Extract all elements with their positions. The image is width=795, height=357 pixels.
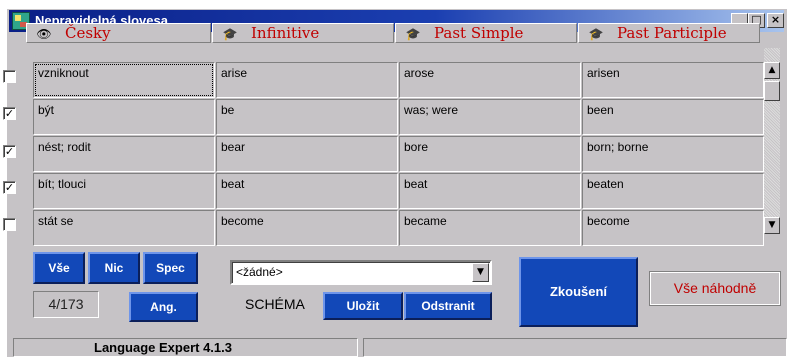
cell-past-simple[interactable]: became bbox=[399, 210, 581, 246]
cell-cesky[interactable]: bít; tlouci bbox=[33, 173, 215, 209]
cell-cesky[interactable]: stát se bbox=[33, 210, 215, 246]
chevron-down-icon[interactable]: ▼ bbox=[472, 263, 489, 282]
cell-cesky[interactable]: být bbox=[33, 99, 215, 135]
word-counter: 4/173 bbox=[33, 291, 99, 318]
row-checkbox[interactable]: ✓ bbox=[3, 145, 16, 158]
cell-infinitive[interactable]: be bbox=[216, 99, 398, 135]
cell-infinitive[interactable]: arise bbox=[216, 62, 398, 98]
status-bar-message bbox=[363, 338, 787, 357]
cell-cesky[interactable]: nést; rodit bbox=[33, 136, 215, 172]
cell-past-participle[interactable]: arisen bbox=[582, 62, 764, 98]
column-header-label: Infinitive bbox=[251, 24, 320, 42]
column-header-cesky[interactable]: 👁 Česky bbox=[26, 23, 211, 43]
row-checkbox[interactable]: ✓ bbox=[3, 181, 16, 194]
select-none-button[interactable]: Nic bbox=[88, 252, 140, 284]
cell-past-simple[interactable]: beat bbox=[399, 173, 581, 209]
select-all-button[interactable]: Vše bbox=[33, 252, 85, 284]
column-header-past-simple[interactable]: 🎓 Past Simple bbox=[395, 23, 577, 43]
test-button[interactable]: Zkoušení bbox=[519, 257, 638, 327]
graduation-cap-icon: 🎓 bbox=[222, 27, 238, 41]
scroll-up-button[interactable]: ▲ bbox=[764, 62, 780, 79]
save-schema-button[interactable]: Uložit bbox=[323, 292, 403, 320]
cell-past-participle[interactable]: born; borne bbox=[582, 136, 764, 172]
cell-past-simple[interactable]: was; were bbox=[399, 99, 581, 135]
status-bar-version: Language Expert 4.1.3 bbox=[13, 338, 358, 357]
column-header-label: Česky bbox=[65, 24, 111, 42]
graduation-cap-icon: 🎓 bbox=[405, 27, 421, 41]
graduation-cap-icon: 🎓 bbox=[588, 27, 604, 41]
row-checkbox[interactable]: ✓ bbox=[3, 107, 16, 120]
schema-label: SCHÉMA bbox=[245, 296, 305, 312]
column-header-label: Past Participle bbox=[617, 24, 727, 42]
column-header-label: Past Simple bbox=[434, 24, 524, 42]
row-checkbox[interactable] bbox=[3, 218, 16, 231]
random-all-button[interactable]: Vše náhodně bbox=[649, 271, 781, 306]
cell-past-simple[interactable]: arose bbox=[399, 62, 581, 98]
column-header-infinitive[interactable]: 🎓 Infinitive bbox=[212, 23, 394, 43]
cell-infinitive[interactable]: bear bbox=[216, 136, 398, 172]
schema-selected-value: <žádné> bbox=[236, 265, 283, 279]
schema-select[interactable]: <žádné> ▼ bbox=[230, 260, 492, 285]
spec-button[interactable]: Spec bbox=[143, 252, 198, 284]
cell-past-simple[interactable]: bore bbox=[399, 136, 581, 172]
remove-schema-button[interactable]: Odstranit bbox=[404, 292, 492, 320]
cell-infinitive[interactable]: beat bbox=[216, 173, 398, 209]
scroll-thumb[interactable] bbox=[764, 81, 780, 101]
cell-past-participle[interactable]: become bbox=[582, 210, 764, 246]
row-checkbox[interactable] bbox=[3, 70, 16, 83]
cell-cesky[interactable]: vzniknout bbox=[33, 62, 215, 98]
vertical-scrollbar[interactable]: ▲ ▼ bbox=[764, 48, 780, 234]
cell-past-participle[interactable]: been bbox=[582, 99, 764, 135]
eye-icon: 👁 bbox=[36, 27, 52, 41]
cell-infinitive[interactable]: become bbox=[216, 210, 398, 246]
column-header-past-participle[interactable]: 🎓 Past Participle bbox=[578, 23, 760, 43]
cell-past-participle[interactable]: beaten bbox=[582, 173, 764, 209]
ang-button[interactable]: Ang. bbox=[129, 292, 198, 322]
scroll-down-button[interactable]: ▼ bbox=[764, 217, 780, 234]
